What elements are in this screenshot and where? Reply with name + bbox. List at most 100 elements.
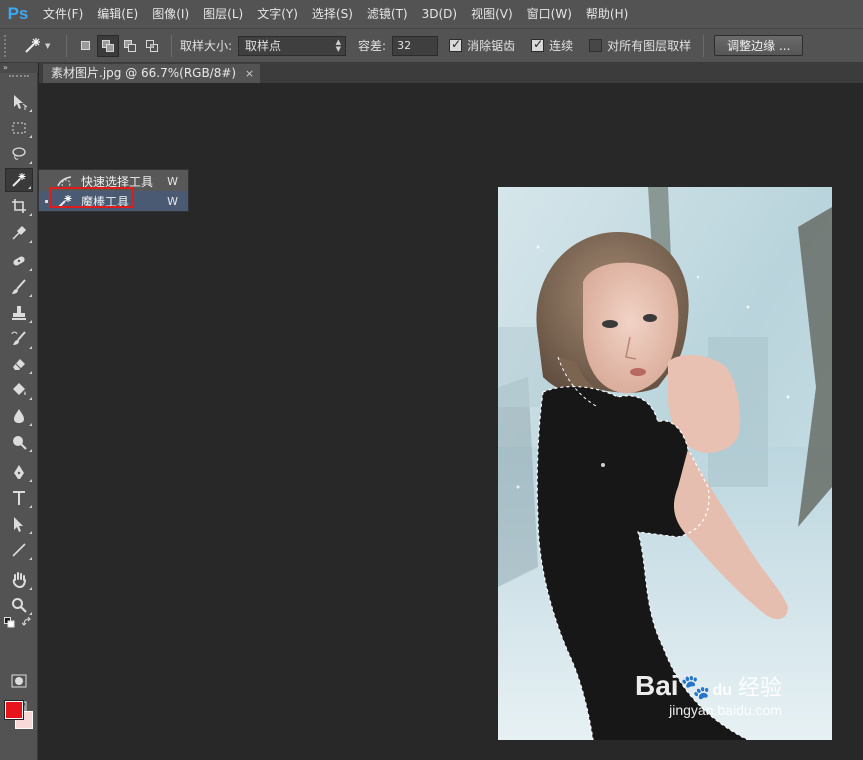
separator (66, 34, 67, 57)
menu-bar: Ps 文件(F) 编辑(E) 图像(I) 图层(L) 文字(Y) 选择(S) 滤… (0, 0, 863, 28)
close-icon[interactable]: × (245, 64, 254, 83)
document-image[interactable]: Bai 🐾 du 经验 jingyan.baidu.com (498, 187, 832, 740)
magic-wand-icon (12, 173, 26, 187)
pen-tool[interactable] (5, 460, 33, 484)
quick-mask-button[interactable] (5, 669, 33, 693)
new-selection-icon (81, 40, 90, 50)
type-tool[interactable] (5, 486, 33, 510)
sample-size-label: 取样大小: (180, 39, 233, 53)
antialias-checkbox[interactable]: ✓ (449, 37, 463, 52)
subtract-from-selection-button[interactable] (119, 35, 141, 57)
spinner-arrows-icon: ▲ ▼ (335, 37, 342, 53)
intersect-selection-icon (146, 39, 158, 52)
chevron-down-icon: ▼ (45, 41, 51, 50)
watermark-brand-cn: 经验 (737, 675, 782, 700)
dodge-tool[interactable] (5, 430, 33, 454)
refine-edge-button[interactable]: 调整边缘 ... (714, 35, 804, 56)
separator (171, 34, 172, 57)
zoom-icon (12, 598, 27, 613)
eyedropper-tool[interactable] (5, 221, 33, 245)
antialias-label: 消除锯齿 (467, 39, 516, 53)
bandage-icon (13, 256, 25, 266)
hand-tool[interactable] (5, 568, 33, 592)
crop-icon (12, 199, 26, 213)
path-selection-tool[interactable] (5, 512, 33, 536)
separator (703, 34, 705, 57)
new-selection-button[interactable] (75, 35, 97, 57)
menu-file[interactable]: 文件(F) (36, 0, 90, 28)
default-colors-button[interactable] (3, 616, 15, 628)
healing-brush-tool[interactable] (5, 249, 33, 273)
contiguous-option[interactable]: ✓ 连续 (531, 37, 573, 54)
panel-collapse-icon[interactable]: » (0, 63, 38, 73)
add-to-selection-icon (102, 39, 114, 52)
quick-mask-icon (11, 674, 27, 688)
intersect-selection-button[interactable] (141, 35, 163, 57)
eraser-icon (13, 359, 25, 370)
options-bar: ▼ 取样大小: 取样点 ▲ ▼ 容差: 32 ✓ 消除锯齿 ✓ 连续 对所有图层取… (0, 28, 863, 63)
menu-image[interactable]: 图像(I) (145, 0, 196, 28)
magic-wand-tool[interactable] (5, 168, 33, 192)
brush-tool[interactable] (5, 275, 33, 299)
paw-icon: 🐾 (680, 674, 711, 701)
contiguous-checkbox[interactable]: ✓ (531, 37, 545, 52)
sample-size-value: 取样点 (245, 39, 282, 53)
history-brush-tool[interactable] (5, 327, 33, 351)
sample-size-select[interactable]: 取样点 ▲ ▼ (238, 35, 347, 56)
text-icon (13, 491, 25, 505)
move-icon (14, 95, 28, 110)
brush-icon (12, 279, 26, 294)
annotation-highlight-box (50, 187, 134, 208)
menu-layer[interactable]: 图层(L) (196, 0, 250, 28)
menu-select[interactable]: 选择(S) (305, 0, 360, 28)
blur-tool[interactable] (5, 404, 33, 428)
magic-wand-icon (25, 37, 40, 53)
watermark-url: jingyan.baidu.com (669, 702, 782, 718)
stamp-icon (12, 306, 26, 320)
swap-arrows-icon (21, 616, 31, 626)
tools-panel: » (0, 63, 38, 760)
sample-all-layers-checkbox[interactable] (589, 39, 603, 52)
line-tool[interactable] (5, 538, 33, 562)
history-brush-icon (11, 331, 26, 345)
lasso-tool[interactable] (5, 142, 33, 166)
path-selection-icon (14, 517, 23, 532)
crop-tool[interactable] (5, 194, 33, 218)
menu-window[interactable]: 窗口(W) (520, 0, 579, 28)
portrait-photo (498, 187, 832, 740)
sample-all-layers-option[interactable]: 对所有图层取样 (589, 37, 691, 54)
menu-edit[interactable]: 编辑(E) (90, 0, 145, 28)
foreground-color-swatch[interactable] (4, 700, 24, 720)
paint-bucket-tool[interactable] (5, 378, 33, 402)
tools-panel-grip[interactable] (9, 75, 29, 78)
options-bar-grip[interactable] (4, 34, 12, 57)
eraser-tool[interactable] (5, 352, 33, 376)
line-icon (12, 543, 26, 557)
antialias-option[interactable]: ✓ 消除锯齿 (449, 37, 515, 54)
watermark: Bai 🐾 du 经验 jingyan.baidu.com (635, 670, 782, 718)
menu-view[interactable]: 视图(V) (464, 0, 520, 28)
menu-type[interactable]: 文字(Y) (250, 0, 305, 28)
flyout-item-shortcut: W (167, 174, 178, 188)
menu-help[interactable]: 帮助(H) (579, 0, 635, 28)
tool-preset-picker[interactable]: ▼ (22, 34, 58, 58)
water-drop-icon (14, 409, 24, 423)
tolerance-input[interactable]: 32 (392, 35, 439, 56)
add-to-selection-button[interactable] (97, 34, 119, 57)
document-tab[interactable]: 素材图片.jpg @ 66.7%(RGB/8#) × (43, 64, 261, 83)
swap-colors-button[interactable] (21, 616, 33, 628)
dodge-icon (13, 436, 27, 450)
default-colors-icon (3, 616, 14, 627)
photoshop-logo: Ps (7, 4, 29, 23)
menu-filter[interactable]: 滤镜(T) (360, 0, 415, 28)
menu-3d[interactable]: 3D(D) (415, 0, 464, 28)
eyedropper-icon (12, 225, 27, 240)
zoom-tool[interactable] (5, 593, 33, 617)
check-icon: ✓ (533, 37, 544, 51)
paint-bucket-icon (13, 383, 26, 395)
pen-icon (14, 465, 24, 479)
move-tool[interactable] (5, 90, 33, 114)
marquee-tool[interactable] (5, 116, 33, 140)
watermark-brand-suffix: du (712, 682, 732, 699)
clone-stamp-tool[interactable] (5, 301, 33, 325)
